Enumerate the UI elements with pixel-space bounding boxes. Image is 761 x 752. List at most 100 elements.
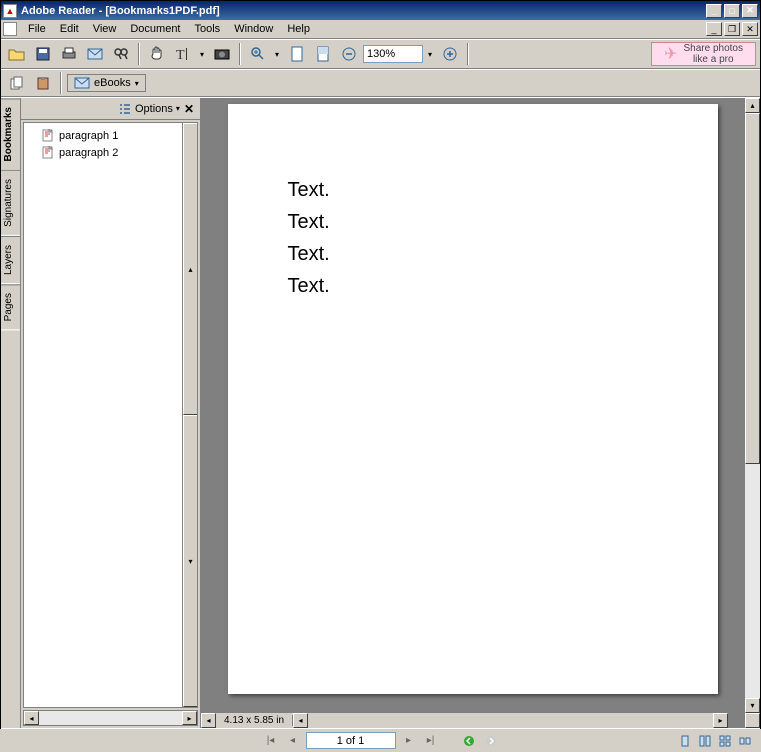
- scroll-down-button[interactable]: ▾: [745, 698, 760, 713]
- scroll-track[interactable]: [745, 113, 760, 698]
- pdf-page: Text. Text. Text. Text.: [228, 104, 718, 694]
- snapshot-button[interactable]: [210, 42, 234, 66]
- first-page-button[interactable]: |◂: [262, 732, 280, 750]
- tab-layers[interactable]: Layers: [1, 236, 20, 284]
- zoom-dropdown[interactable]: ▾: [271, 45, 283, 63]
- statusbar: |◂ ◂ ▸ ▸|: [1, 728, 760, 752]
- scroll-right-button[interactable]: ▸: [182, 711, 197, 725]
- search-button[interactable]: [109, 42, 133, 66]
- menu-document[interactable]: Document: [123, 21, 187, 37]
- menu-file[interactable]: File: [21, 21, 53, 37]
- maximize-button[interactable]: □: [724, 4, 740, 18]
- bookmarks-vscroll[interactable]: ▴ ▾: [182, 123, 197, 707]
- continuous-facing-view-button[interactable]: [736, 732, 754, 750]
- ebooks-icon: [74, 77, 90, 89]
- bookmarks-header: Options ▾ ✕: [21, 98, 200, 120]
- scroll-left-button[interactable]: ◂: [24, 711, 39, 725]
- main-toolbar: T ▾ ▾ ▾ ✈ Share photoslike a pro: [1, 39, 760, 69]
- last-page-button[interactable]: ▸|: [422, 732, 440, 750]
- copy-button[interactable]: [5, 71, 29, 95]
- tab-signatures[interactable]: Signatures: [1, 170, 20, 236]
- scroll-track[interactable]: [39, 711, 182, 725]
- next-page-button[interactable]: ▸: [400, 732, 418, 750]
- ebooks-button[interactable]: eBooks ▾: [67, 74, 146, 92]
- document-hscroll[interactable]: ◂ 4.13 x 5.85 in ◂ ▸: [201, 712, 728, 728]
- zoom-input[interactable]: [363, 45, 423, 63]
- save-button[interactable]: [31, 42, 55, 66]
- tab-bookmarks[interactable]: Bookmarks: [1, 98, 20, 170]
- nav-forward-button[interactable]: [482, 732, 500, 750]
- separator: [239, 43, 241, 65]
- secondary-toolbar: eBooks ▾: [1, 69, 760, 97]
- menu-help[interactable]: Help: [280, 21, 317, 37]
- mdi-minimize-button[interactable]: _: [706, 22, 722, 36]
- clipboard-button[interactable]: [31, 71, 55, 95]
- promo-text: Share photoslike a pro: [684, 43, 744, 65]
- print-button[interactable]: [57, 42, 81, 66]
- bookmark-label: paragraph 1: [59, 130, 118, 142]
- scroll-left-button2[interactable]: ◂: [293, 713, 308, 728]
- email-button[interactable]: [83, 42, 107, 66]
- page-text-line: Text.: [288, 270, 658, 302]
- document-vscroll[interactable]: ▴ ▾: [744, 98, 760, 728]
- open-button[interactable]: [5, 42, 29, 66]
- scroll-up-button[interactable]: ▴: [745, 98, 760, 113]
- pdf-bookmark-icon: [42, 129, 55, 142]
- document-icon: [3, 22, 17, 36]
- chevron-down-icon: ▾: [176, 104, 180, 113]
- scroll-down-button[interactable]: ▾: [183, 415, 198, 707]
- titlebar: ▲ Adobe Reader - [Bookmarks1PDF.pdf] _ □…: [1, 1, 760, 20]
- page-text-line: Text.: [288, 174, 658, 206]
- chevron-down-icon: ▾: [135, 79, 139, 88]
- svg-text:T: T: [176, 48, 185, 62]
- zoom-out-button[interactable]: [337, 42, 361, 66]
- fit-width-button[interactable]: [311, 42, 335, 66]
- text-select-button[interactable]: T: [171, 42, 195, 66]
- mdi-close-button[interactable]: ✕: [742, 22, 758, 36]
- scroll-thumb[interactable]: [745, 113, 760, 464]
- fit-page-button[interactable]: [285, 42, 309, 66]
- bookmark-list-icon: [119, 103, 131, 115]
- scroll-corner: [745, 713, 760, 728]
- nav-back-button[interactable]: [460, 732, 478, 750]
- close-panel-button[interactable]: ✕: [184, 102, 194, 116]
- window-controls: _ □ ✕: [706, 4, 758, 18]
- bookmarks-hscroll[interactable]: ◂ ▸: [23, 710, 198, 726]
- pdf-bookmark-icon: [42, 146, 55, 159]
- ebooks-label: eBooks: [94, 77, 131, 89]
- options-button[interactable]: Options ▾: [135, 103, 180, 115]
- menubar: File Edit View Document Tools Window Hel…: [1, 20, 760, 39]
- mdi-restore-button[interactable]: ❐: [724, 22, 740, 36]
- menu-edit[interactable]: Edit: [53, 21, 86, 37]
- page-size-label: 4.13 x 5.85 in: [216, 715, 293, 726]
- single-page-view-button[interactable]: [676, 732, 694, 750]
- scroll-right-button[interactable]: ▸: [713, 713, 728, 728]
- facing-view-button[interactable]: [716, 732, 734, 750]
- window-title: Adobe Reader - [Bookmarks1PDF.pdf]: [21, 5, 706, 17]
- side-tabs: Bookmarks Signatures Layers Pages: [1, 98, 21, 728]
- bookmark-item[interactable]: paragraph 2: [28, 144, 193, 161]
- adobe-reader-icon: ▲: [3, 4, 17, 18]
- page-input[interactable]: [306, 732, 396, 749]
- bookmark-item[interactable]: paragraph 1: [28, 127, 193, 144]
- document-viewport[interactable]: Text. Text. Text. Text. ◂ 4.13 x 5.85 in…: [201, 98, 744, 728]
- hand-tool-button[interactable]: [145, 42, 169, 66]
- zoom-in-button[interactable]: [246, 42, 270, 66]
- menu-tools[interactable]: Tools: [188, 21, 228, 37]
- bookmarks-panel: Options ▾ ✕ paragraph 1 paragraph 2 ▴ ▾ …: [21, 98, 201, 728]
- select-dropdown[interactable]: ▾: [196, 45, 208, 63]
- close-button[interactable]: ✕: [742, 4, 758, 18]
- scroll-left-button[interactable]: ◂: [201, 713, 216, 728]
- menu-window[interactable]: Window: [227, 21, 280, 37]
- zoom-plus-button[interactable]: [438, 42, 462, 66]
- tab-pages[interactable]: Pages: [1, 284, 20, 330]
- scroll-up-button[interactable]: ▴: [183, 123, 198, 415]
- minimize-button[interactable]: _: [706, 4, 722, 18]
- promo-banner[interactable]: ✈ Share photoslike a pro: [651, 42, 756, 66]
- continuous-view-button[interactable]: [696, 732, 714, 750]
- zoom-value-dropdown[interactable]: ▾: [424, 45, 436, 63]
- options-label: Options: [135, 103, 173, 115]
- prev-page-button[interactable]: ◂: [284, 732, 302, 750]
- menu-view[interactable]: View: [86, 21, 124, 37]
- bookmark-label: paragraph 2: [59, 147, 118, 159]
